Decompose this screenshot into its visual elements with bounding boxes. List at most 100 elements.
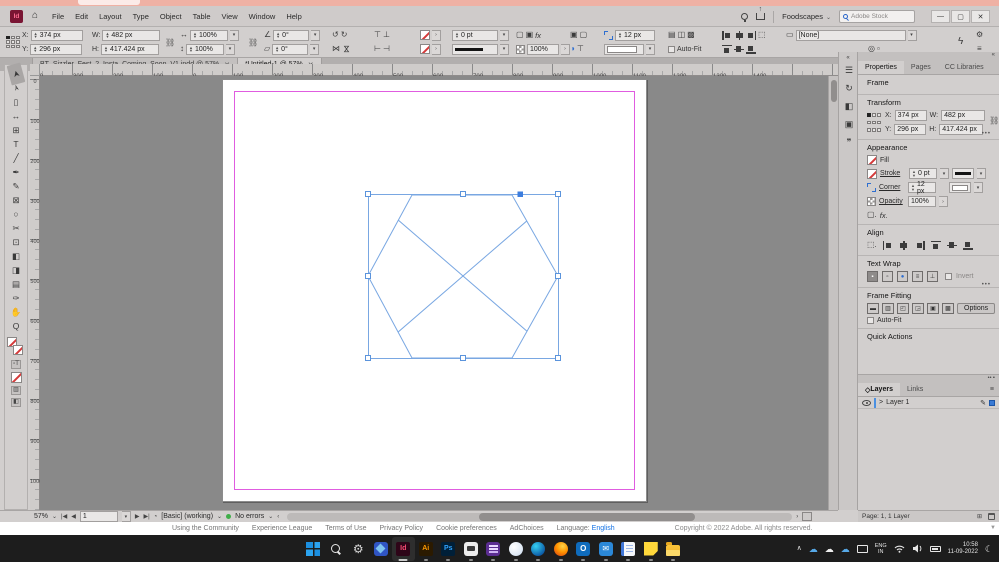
footer-link[interactable]: AdChoices	[510, 525, 544, 532]
color-theme-tool[interactable]: ✑	[6, 291, 26, 305]
corner-radius-input[interactable]: ▲▼12 px	[908, 182, 936, 193]
pencil-tool[interactable]: ✎	[6, 179, 26, 193]
next-page-icon[interactable]: ▶	[135, 513, 140, 520]
align-middle-icon[interactable]	[947, 241, 957, 250]
layer-row[interactable]: > Layer 1 ✎	[858, 397, 999, 409]
flip-horizontal-icon[interactable]: ⋈	[332, 44, 340, 54]
autofit-checkbox[interactable]	[668, 46, 675, 53]
maximize-button[interactable]: ▢	[951, 10, 970, 23]
camera-app[interactable]	[460, 537, 483, 561]
fit-frame-to-content-icon[interactable]: ◰	[897, 303, 909, 314]
indesign-app[interactable]: Id	[392, 537, 415, 561]
panel-menu-icon[interactable]: ≡	[990, 383, 999, 396]
corner-options-icon[interactable]: ▢	[516, 30, 524, 40]
footer-link[interactable]: Using the Community	[172, 525, 239, 532]
layer-name[interactable]: Layer 1	[886, 399, 909, 406]
gradient-feather-tool[interactable]: ◨	[6, 263, 26, 277]
x-input[interactable]: 374 px	[895, 110, 927, 121]
wrap-object-shape-icon[interactable]: ●	[897, 271, 908, 282]
gradient-swatch-tool[interactable]: ◧	[6, 249, 26, 263]
photos-app[interactable]	[370, 537, 393, 561]
page-scroll-arrow-icon[interactable]: ▼	[990, 525, 996, 531]
height-input[interactable]: ▲▼417.424 px	[101, 44, 159, 55]
object-states-icon[interactable]: ▣	[526, 30, 534, 40]
align-to-icon[interactable]: ⬚.	[867, 240, 877, 250]
opacity-input[interactable]: 100%	[527, 44, 559, 55]
menu-item[interactable]: Edit	[75, 12, 88, 21]
stroke-link[interactable]: Stroke	[880, 170, 906, 177]
adobe-stock-search[interactable]: Adobe Stock	[839, 10, 915, 23]
fit-frame-icon[interactable]: ▢	[580, 30, 588, 40]
content-aware-fit-icon[interactable]: ▩	[942, 303, 954, 314]
scrollbar-thumb[interactable]	[479, 513, 695, 521]
preflight-profile[interactable]: [Basic] (working)	[161, 513, 213, 520]
fit-content-icon[interactable]: ▥	[882, 303, 894, 314]
prev-page-icon[interactable]: ◀	[71, 513, 76, 520]
mail-app[interactable]: ✉	[595, 537, 618, 561]
wrap-bounding-box-icon[interactable]: ▫	[882, 271, 893, 282]
align-baseline-icon[interactable]: ⊢	[374, 44, 381, 54]
tab-pages[interactable]: Pages	[904, 61, 938, 74]
layer-expander[interactable]: >	[879, 399, 883, 406]
stroke-none-swatch[interactable]	[13, 345, 23, 355]
notepad-app[interactable]	[617, 537, 640, 561]
last-page-icon[interactable]: ▶|	[143, 513, 149, 520]
color-panel-icon[interactable]: ↻	[839, 79, 859, 97]
tab-properties[interactable]: Properties	[858, 61, 904, 74]
effects-icon[interactable]: fx	[535, 31, 541, 40]
tab-layers[interactable]: ◇ Layers	[858, 383, 900, 396]
workspace-switcher[interactable]: Foodscapes	[782, 12, 831, 21]
wrap-bounding-box-icon[interactable]: ◫	[678, 30, 686, 40]
pen-tool[interactable]: ✒	[6, 165, 26, 179]
clock[interactable]: 10:5811-09-2022	[948, 542, 978, 556]
frame-fitting-icon[interactable]: ⬚	[758, 30, 766, 40]
content-collector-tool[interactable]: ⊞	[6, 123, 26, 137]
collapse-panel-icon[interactable]: «	[858, 52, 999, 61]
align-stroke-icon[interactable]: ⊤	[577, 44, 584, 54]
selected-polygon-frame[interactable]	[40, 76, 828, 510]
align-left-icon[interactable]	[722, 31, 732, 40]
footer-link[interactable]: Privacy Policy	[379, 525, 423, 532]
page-number-input[interactable]: 1	[80, 511, 118, 522]
pages-grabber-icon[interactable]	[802, 512, 812, 521]
stroke-swatch-none[interactable]	[867, 169, 877, 179]
w-input[interactable]: 482 px	[941, 110, 985, 121]
first-page-icon[interactable]: |◀	[61, 513, 67, 520]
constrain-dimensions-icon[interactable]: ⛓	[165, 36, 175, 48]
search-button[interactable]	[325, 537, 348, 561]
footer-link[interactable]: Terms of Use	[325, 525, 366, 532]
menu-item[interactable]: Type	[133, 12, 149, 21]
menu-item[interactable]: View	[222, 12, 238, 21]
drop-shadow-icon[interactable]: ◑	[570, 44, 575, 54]
constrain-scale-icon[interactable]: ⛓	[248, 36, 258, 48]
edge-browser[interactable]	[527, 537, 550, 561]
select-content-icon[interactable]: ⊥	[383, 30, 390, 40]
distribute-icon[interactable]: ⊣	[383, 44, 390, 54]
align-left-icon[interactable]	[883, 241, 893, 250]
panel-mini-controls[interactable]: •• ▪	[858, 375, 999, 383]
flip-vertical-icon[interactable]: ⋈	[341, 45, 351, 53]
copilot-app[interactable]	[505, 537, 528, 561]
x-position-input[interactable]: ▲▼374 px	[31, 30, 83, 41]
file-explorer[interactable]	[662, 537, 685, 561]
screen-mode-icon[interactable]: ◧	[11, 398, 21, 407]
width-input[interactable]: ▲▼482 px	[102, 30, 160, 41]
rectangle-frame-tool[interactable]: ⊠	[6, 193, 26, 207]
opacity-input[interactable]: 100%	[908, 196, 936, 207]
object-style-dropdown[interactable]: [None]	[796, 30, 906, 41]
line-tool[interactable]: ╱	[6, 151, 26, 165]
sync-cloud-icon[interactable]: ☁	[841, 544, 850, 554]
pages-panel-icon[interactable]: ▣	[839, 115, 859, 133]
align-bottom-icon[interactable]	[963, 241, 973, 250]
shear-input[interactable]: ▲▼0°	[272, 44, 308, 55]
scrollbar-thumb[interactable]	[831, 80, 837, 102]
start-button[interactable]	[302, 537, 325, 561]
battery-icon[interactable]	[930, 546, 941, 552]
corner-link[interactable]: Corner	[879, 184, 905, 191]
language-link[interactable]: English	[592, 525, 615, 532]
note-tool[interactable]: ▤	[6, 277, 26, 291]
minimize-button[interactable]: —	[931, 10, 950, 23]
stroke-swatch-none[interactable]	[420, 44, 430, 54]
language-indicator[interactable]: ENGIN	[875, 543, 887, 555]
opacity-link[interactable]: Opacity	[879, 198, 905, 205]
